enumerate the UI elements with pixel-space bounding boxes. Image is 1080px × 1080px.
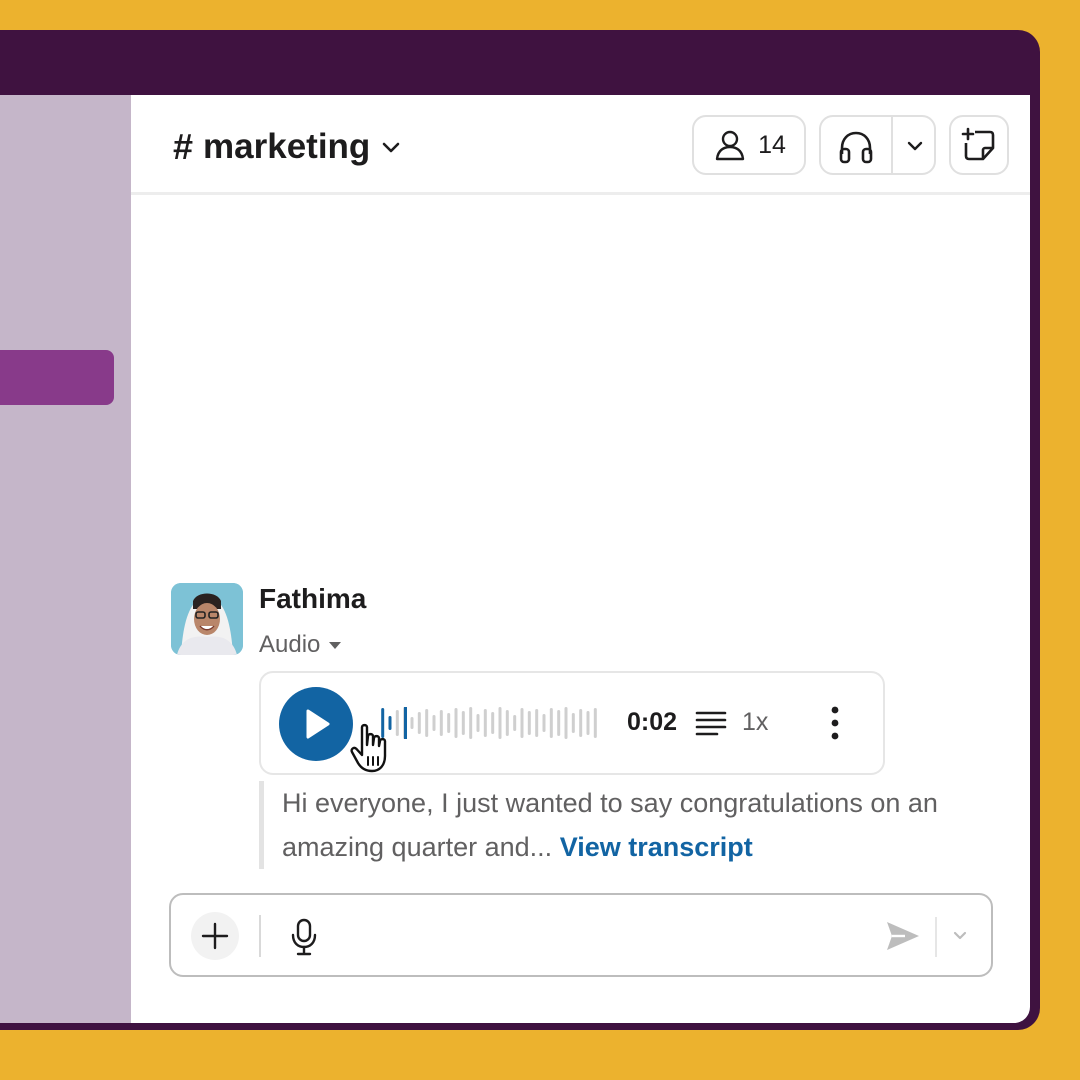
members-button[interactable]: 14 [692,115,806,175]
send-divider [935,917,937,957]
composer-divider [259,915,261,957]
waveform-bar [579,709,583,737]
playback-speed-button[interactable]: 1x [742,708,768,737]
waveform-bar [527,711,531,735]
waveform-bar [535,709,539,737]
message-author[interactable]: Fathima [259,583,366,615]
waveform-bar [586,711,590,735]
waveform-bar [410,717,414,729]
waveform-bar [549,708,553,738]
waveform-bar [491,712,495,734]
waveform-bar [454,708,458,738]
channel-title-button[interactable]: # marketing [173,123,402,171]
avatar[interactable] [171,583,243,655]
waveform-bar [542,714,546,732]
hand-cursor-icon [350,723,387,773]
waveform-bar [505,710,509,736]
huddle-button[interactable] [819,115,936,175]
waveform-bar [439,710,443,736]
person-icon [715,130,745,161]
audio-waveform[interactable] [379,705,599,741]
play-button[interactable] [279,687,353,761]
waveform-bar [447,713,451,733]
waveform-bar [461,711,465,735]
message-type-label: Audio [259,631,321,658]
waveform-bar [571,713,575,733]
waveform-bar [432,715,436,731]
channel-name: marketing [203,127,371,166]
vertical-dots-icon[interactable] [829,705,841,741]
waveform-playhead[interactable] [404,707,407,739]
caret-down-icon [329,642,342,649]
channel-view: # marketing 14 Fathima Audio 0:02 1x Hi … [131,95,1030,1023]
waveform-bar [557,710,561,736]
new-canvas-button[interactable] [949,115,1009,175]
plus-icon [201,922,229,950]
member-count: 14 [758,130,786,159]
chevron-down-icon[interactable] [905,136,925,156]
send-icon[interactable] [885,919,921,953]
waveform-bar [483,709,487,737]
waveform-bar [520,708,524,738]
new-canvas-icon [961,127,995,161]
transcript-preview: Hi everyone, I just wanted to say congra… [259,781,979,869]
add-attachment-button[interactable] [191,912,239,960]
transcript-lines-icon[interactable] [695,709,727,737]
microphone-icon[interactable] [289,917,319,957]
view-transcript-link[interactable]: View transcript [560,832,753,862]
waveform-bar [513,715,517,731]
waveform-bar [469,707,473,739]
sidebar-item-active[interactable] [0,350,114,405]
chevron-down-icon[interactable] [951,927,969,945]
waveform-bar [564,707,568,739]
waveform-bar [476,714,480,732]
waveform-bar [425,709,429,737]
chevron-down-icon [383,142,400,153]
channel-header: # marketing 14 [131,95,1030,195]
waveform-bar [498,707,502,739]
headphones-icon [839,131,873,164]
channel-hash-icon: # [173,126,194,167]
audio-label-dropdown[interactable]: Audio [259,631,342,659]
play-icon [306,709,330,739]
sidebar [0,95,131,1023]
audio-duration: 0:02 [627,708,678,736]
message-composer[interactable] [169,893,993,977]
waveform-bar [417,712,421,734]
huddle-divider [891,115,893,175]
waveform-bar [593,708,597,738]
